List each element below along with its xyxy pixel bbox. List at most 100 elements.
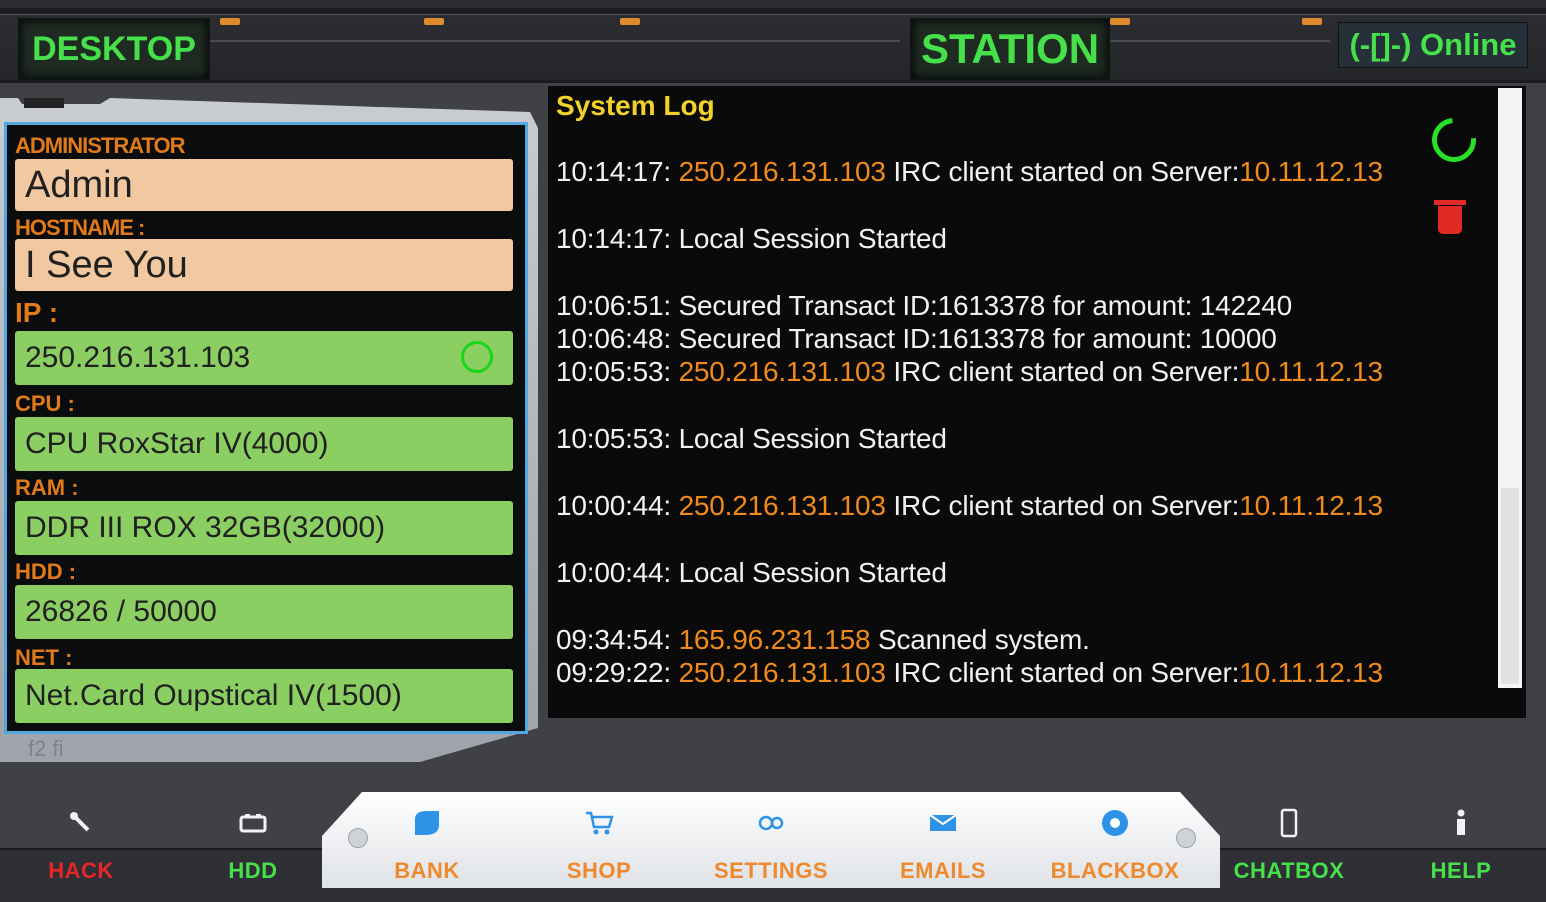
nav-help-label: HELP [1430,858,1492,883]
administrator-label: ADMINISTRATOR [15,133,186,158]
bank-icon [411,804,443,842]
log-ip: 250.216.131.103 [678,156,886,187]
log-ip: 250.216.131.103 [678,657,886,688]
nav-blackbox[interactable]: BLACKBOX [1050,800,1180,892]
log-time: 10:00:44: [556,490,679,521]
log-server: 10.11.12.13 [1239,490,1383,521]
nav-chatbox-label: CHATBOX [1233,858,1345,883]
log-text: Secured Transact ID:1613378 for amount: … [678,323,1277,354]
log-text: Local Session Started [678,557,947,588]
nav-shop-label: SHOP [566,858,632,883]
top-notch [424,18,444,25]
log-entry: 10:14:17: 250.216.131.103 IRC client sta… [556,156,1383,188]
nav-help[interactable]: HELP [1396,800,1526,892]
log-entry: 10:05:53: Local Session Started [556,423,947,455]
net-field: Net.Card Oupstical IV(1500) [15,669,513,723]
log-entry: 10:00:44: 250.216.131.103 IRC client sta… [556,490,1383,522]
top-divider [1110,40,1330,42]
log-time: 10:06:51: [556,290,679,321]
log-entry: 10:05:53: 250.216.131.103 IRC client sta… [556,356,1383,388]
log-time: 10:14:17: [556,156,679,187]
log-text: IRC client started on Server: [885,657,1240,688]
log-text: Scanned system. [870,624,1090,655]
cpu-label: CPU : [15,391,75,416]
log-ip: 165.96.231.158 [678,624,871,655]
nav-bank[interactable]: BANK [362,800,492,892]
log-scroll-thumb[interactable] [1501,488,1519,684]
nav-hack-label: HACK [48,858,114,883]
ip-label: IP : [15,297,59,328]
nav-chatbox[interactable]: CHATBOX [1224,800,1354,892]
info-panel: ADMINISTRATOR Admin HOSTNAME : I See You… [4,122,528,734]
nav-emails-label: EMAILS [899,858,987,883]
log-time: 09:34:54: [556,624,679,655]
ip-status-ring-icon[interactable] [461,341,493,373]
top-rail [0,8,1546,15]
ip-value: 250.216.131.103 [25,341,251,374]
nav-settings[interactable]: SETTINGS [706,800,836,892]
ram-label: RAM : [15,475,79,500]
log-entry: 10:00:44: Local Session Started [556,557,947,589]
administrator-field[interactable]: Admin [15,159,513,211]
log-entry: 09:29:22: 250.216.131.103 IRC client sta… [556,657,1383,689]
nav-shop[interactable]: SHOP [534,800,664,892]
log-ip: 250.216.131.103 [678,356,886,387]
top-notch [220,18,240,25]
hdd-field: 26826 / 50000 [15,585,513,639]
top-bar [0,0,1546,83]
wrench-icon [68,804,94,842]
cpu-field: CPU RoxStar IV(4000) [15,417,513,471]
log-time: 10:05:53: [556,423,679,454]
hostname-field[interactable]: I See You [15,239,513,291]
log-scrollbar[interactable] [1498,88,1522,688]
log-text: IRC client started on Server: [885,490,1240,521]
top-notch [1110,18,1130,25]
desktop-tab[interactable]: DESKTOP [18,18,210,80]
nav-hdd-label: HDD [228,858,278,883]
log-text: Local Session Started [678,223,947,254]
nav-bank-label: BANK [394,858,460,883]
nav-emails[interactable]: EMAILS [878,800,1008,892]
nav-hdd[interactable]: HDD [188,800,318,892]
hdd-icon [239,804,267,842]
mail-icon [928,804,958,842]
ip-field: 250.216.131.103 [15,331,513,385]
log-server: 10.11.12.13 [1239,356,1383,387]
log-server: 10.11.12.13 [1239,156,1383,187]
system-log-panel: System Log 10:14:17: 250.216.131.103 IRC… [548,86,1526,718]
log-time: 09:29:22: [556,657,679,688]
station-tab[interactable]: STATION [910,18,1110,80]
online-status-badge: (-[]-) Online [1338,22,1528,68]
log-text: Local Session Started [678,423,947,454]
nav-settings-label: SETTINGS [713,858,828,883]
log-time: 10:05:53: [556,356,679,387]
log-entry: 09:34:54: 165.96.231.158 Scanned system. [556,624,1090,656]
ram-field: DDR III ROX 32GB(32000) [15,501,513,555]
panel-tab [24,98,64,108]
panel-footer-text: f2 fi [28,736,64,761]
top-notch [620,18,640,25]
phone-icon [1279,804,1299,842]
system-log-title: System Log [556,90,715,121]
hdd-label: HDD : [15,559,77,584]
log-time: 10:14:17: [556,223,679,254]
top-notch [1302,18,1322,25]
nav-hack[interactable]: HACK [16,800,146,892]
hostname-label: HOSTNAME : [15,215,145,240]
refresh-icon[interactable] [1423,109,1485,171]
log-text: Secured Transact ID:1613378 for amount: … [678,290,1293,321]
trash-icon[interactable] [1434,200,1466,234]
net-label: NET : [15,645,73,670]
top-divider [210,40,900,42]
log-text: IRC client started on Server: [885,356,1240,387]
settings-icon [756,804,786,842]
blackbox-icon [1100,804,1130,842]
log-entry: 10:14:17: Local Session Started [556,223,947,255]
nav-blackbox-label: BLACKBOX [1050,858,1180,883]
log-entry: 10:06:48: Secured Transact ID:1613378 fo… [556,323,1277,355]
log-text: IRC client started on Server: [885,156,1240,187]
info-icon [1454,804,1468,842]
log-time: 10:00:44: [556,557,679,588]
cart-icon [584,804,614,842]
log-server: 10.11.12.13 [1239,657,1383,688]
